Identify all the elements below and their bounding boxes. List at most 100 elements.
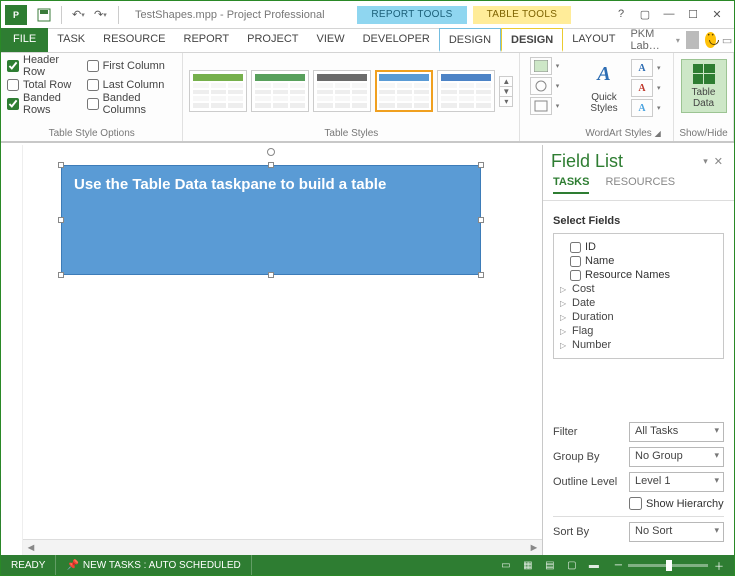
table-placeholder-shape[interactable]: Use the Table Data taskpane to build a t…	[61, 165, 481, 275]
tab-report[interactable]: REPORT	[175, 28, 239, 52]
group-show-hide: Table Data Show/Hide	[674, 53, 734, 141]
resize-handle[interactable]	[478, 272, 484, 278]
group-table-style-options: Header Row Total Row Banded Rows First C…	[1, 53, 183, 141]
effects-button[interactable]	[530, 77, 552, 95]
help-icon[interactable]: ?	[614, 8, 628, 21]
resize-handle[interactable]	[58, 217, 64, 223]
tab-resource[interactable]: RESOURCE	[94, 28, 174, 52]
view-report-icon[interactable]: ▬	[583, 560, 605, 571]
resize-handle[interactable]	[478, 217, 484, 223]
resize-handle[interactable]	[58, 272, 64, 278]
expand-icon: ▷	[560, 327, 568, 336]
borders-button[interactable]	[530, 97, 552, 115]
field-checkbox[interactable]: Name	[560, 254, 717, 268]
group-label: Table Style Options	[49, 125, 135, 139]
text-fill-button[interactable]: A	[631, 59, 653, 77]
text-outline-button[interactable]: A	[631, 79, 653, 97]
chk-header-row[interactable]: Header Row	[7, 57, 83, 75]
filter-label: Filter	[553, 426, 623, 438]
shading-button[interactable]	[530, 57, 552, 75]
zoom-out-icon[interactable]: ─	[615, 560, 622, 571]
view-bar-label: TABLE REPORT	[0, 458, 4, 547]
group-label: Show/Hide	[679, 125, 727, 139]
group-shading-effects: ▾ ▾ ▾	[520, 53, 573, 141]
resize-handle[interactable]	[268, 162, 274, 168]
field-category[interactable]: ▷Cost	[560, 282, 717, 296]
chk-first-column[interactable]: First Column	[87, 57, 177, 75]
save-icon[interactable]	[37, 8, 51, 22]
redo-icon[interactable]: ↷▾	[94, 8, 108, 22]
tab-developer[interactable]: DEVELOPER	[354, 28, 439, 52]
zoom-in-icon[interactable]: ＋	[714, 558, 724, 573]
gallery-down-icon[interactable]: ▼	[500, 87, 512, 97]
groupby-select[interactable]: No Group	[629, 447, 724, 467]
tab-table-layout[interactable]: LAYOUT	[563, 28, 624, 52]
window-buttons: ? ▢ — ☐ ✕	[604, 8, 734, 21]
file-tab[interactable]: FILE	[1, 28, 48, 52]
rotate-handle[interactable]	[267, 148, 275, 156]
table-data-button[interactable]: Table Data	[681, 57, 727, 113]
tab-task[interactable]: TASK	[48, 28, 94, 52]
field-checkbox[interactable]: Resource Names	[560, 268, 717, 282]
minimize-icon[interactable]: —	[662, 8, 676, 21]
tab-table-design[interactable]: DESIGN	[501, 28, 563, 52]
user-area[interactable]: PKM Lab… ▾ ▭ ✕	[624, 28, 735, 52]
filter-select[interactable]: All Tasks	[629, 422, 724, 442]
scroll-left-icon[interactable]: ◄	[23, 542, 39, 554]
scroll-right-icon[interactable]: ►	[526, 542, 542, 554]
show-hierarchy-checkbox[interactable]: Show Hierarchy	[629, 497, 724, 510]
table-style-thumb[interactable]	[313, 70, 371, 112]
chk-banded-columns[interactable]: Banded Columns	[87, 95, 177, 113]
expand-icon: ▷	[560, 285, 568, 294]
status-schedule-mode[interactable]: 📌 NEW TASKS : AUTO SCHEDULED	[56, 555, 251, 575]
field-category[interactable]: ▷Flag	[560, 324, 717, 338]
view-team-planner-icon[interactable]: ▤	[539, 560, 561, 571]
avatar	[686, 31, 699, 49]
resize-handle[interactable]	[268, 272, 274, 278]
groupby-label: Group By	[553, 451, 623, 463]
undo-icon[interactable]: ↶▾	[72, 8, 86, 22]
view-resource-sheet-icon[interactable]: ▢	[561, 560, 583, 571]
maximize-icon[interactable]: ☐	[686, 8, 700, 21]
gallery-scroll[interactable]: ▲▼▾	[499, 76, 513, 107]
zoom-control[interactable]: ─ ＋	[605, 558, 734, 573]
view-bar[interactable]: TABLE REPORT	[1, 145, 23, 555]
report-canvas[interactable]: Use the Table Data taskpane to build a t…	[23, 145, 542, 555]
pane-tab-resources[interactable]: RESOURCES	[605, 176, 675, 194]
ribbon-toggle-icon[interactable]: ▢	[638, 8, 652, 21]
expand-icon: ▷	[560, 341, 568, 350]
sortby-select[interactable]: No Sort	[629, 522, 724, 542]
zoom-slider[interactable]	[628, 564, 708, 567]
new-window-icon[interactable]: ▭	[722, 34, 732, 47]
field-category[interactable]: ▷Number	[560, 338, 717, 352]
text-effects-button[interactable]: A	[631, 99, 653, 117]
pane-close-icon[interactable]: ✕	[711, 155, 726, 168]
resize-handle[interactable]	[478, 162, 484, 168]
table-style-thumb[interactable]	[437, 70, 495, 112]
tab-view[interactable]: VIEW	[307, 28, 353, 52]
view-gantt-icon[interactable]: ▭	[495, 560, 517, 571]
gallery-more-icon[interactable]: ▾	[500, 97, 512, 106]
pane-tab-tasks[interactable]: TASKS	[553, 176, 589, 194]
expand-icon: ▷	[560, 299, 568, 308]
table-style-thumb[interactable]	[375, 70, 433, 112]
chk-banded-rows[interactable]: Banded Rows	[7, 95, 83, 113]
window-title: TestShapes.mpp - Project Professional	[135, 9, 325, 21]
quick-styles-button[interactable]: A Quick Styles	[581, 57, 627, 114]
close-icon[interactable]: ✕	[710, 8, 724, 21]
field-checkbox[interactable]: ID	[560, 240, 717, 254]
table-style-thumb[interactable]	[189, 70, 247, 112]
gallery-up-icon[interactable]: ▲	[500, 77, 512, 87]
horizontal-scrollbar[interactable]: ◄ ►	[23, 539, 542, 555]
outline-select[interactable]: Level 1	[629, 472, 724, 492]
field-category[interactable]: ▷Duration	[560, 310, 717, 324]
group-table-styles: ▲▼▾ Table Styles	[183, 53, 520, 141]
tab-report-design[interactable]: DESIGN	[439, 28, 501, 52]
pane-options-icon[interactable]: ▾	[700, 156, 711, 167]
feedback-icon[interactable]	[705, 32, 716, 48]
tab-project[interactable]: PROJECT	[238, 28, 307, 52]
resize-handle[interactable]	[58, 162, 64, 168]
view-task-usage-icon[interactable]: ▦	[517, 560, 539, 571]
table-style-thumb[interactable]	[251, 70, 309, 112]
field-category[interactable]: ▷Date	[560, 296, 717, 310]
